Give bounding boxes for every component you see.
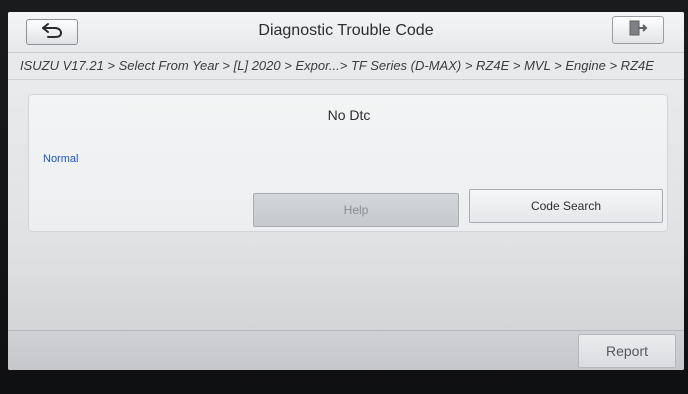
page-title: Diagnostic Trouble Code xyxy=(258,22,434,39)
report-button[interactable]: Report xyxy=(578,334,676,368)
exit-button[interactable] xyxy=(612,16,664,44)
device-frame: Diagnostic Trouble Code ISUZU V17.21 > S… xyxy=(0,0,688,394)
back-button[interactable] xyxy=(26,19,78,45)
back-arrow-icon xyxy=(39,21,65,44)
dtc-panel: No Dtc Normal Help Code Search xyxy=(28,94,668,232)
breadcrumb-path: ISUZU V17.21 > Select From Year > [L] 20… xyxy=(20,58,654,73)
device-screen: Diagnostic Trouble Code ISUZU V17.21 > S… xyxy=(8,12,684,370)
dtc-result-title: No Dtc xyxy=(327,107,371,123)
footer-bar: Report xyxy=(8,330,684,370)
screen-glare xyxy=(8,242,684,330)
code-search-button[interactable]: Code Search xyxy=(469,189,663,223)
breadcrumb: ISUZU V17.21 > Select From Year > [L] 20… xyxy=(8,53,684,80)
status-label: Normal xyxy=(43,153,79,165)
exit-door-icon xyxy=(627,19,649,42)
title-bar: Diagnostic Trouble Code xyxy=(8,12,684,53)
help-button[interactable]: Help xyxy=(253,193,459,227)
